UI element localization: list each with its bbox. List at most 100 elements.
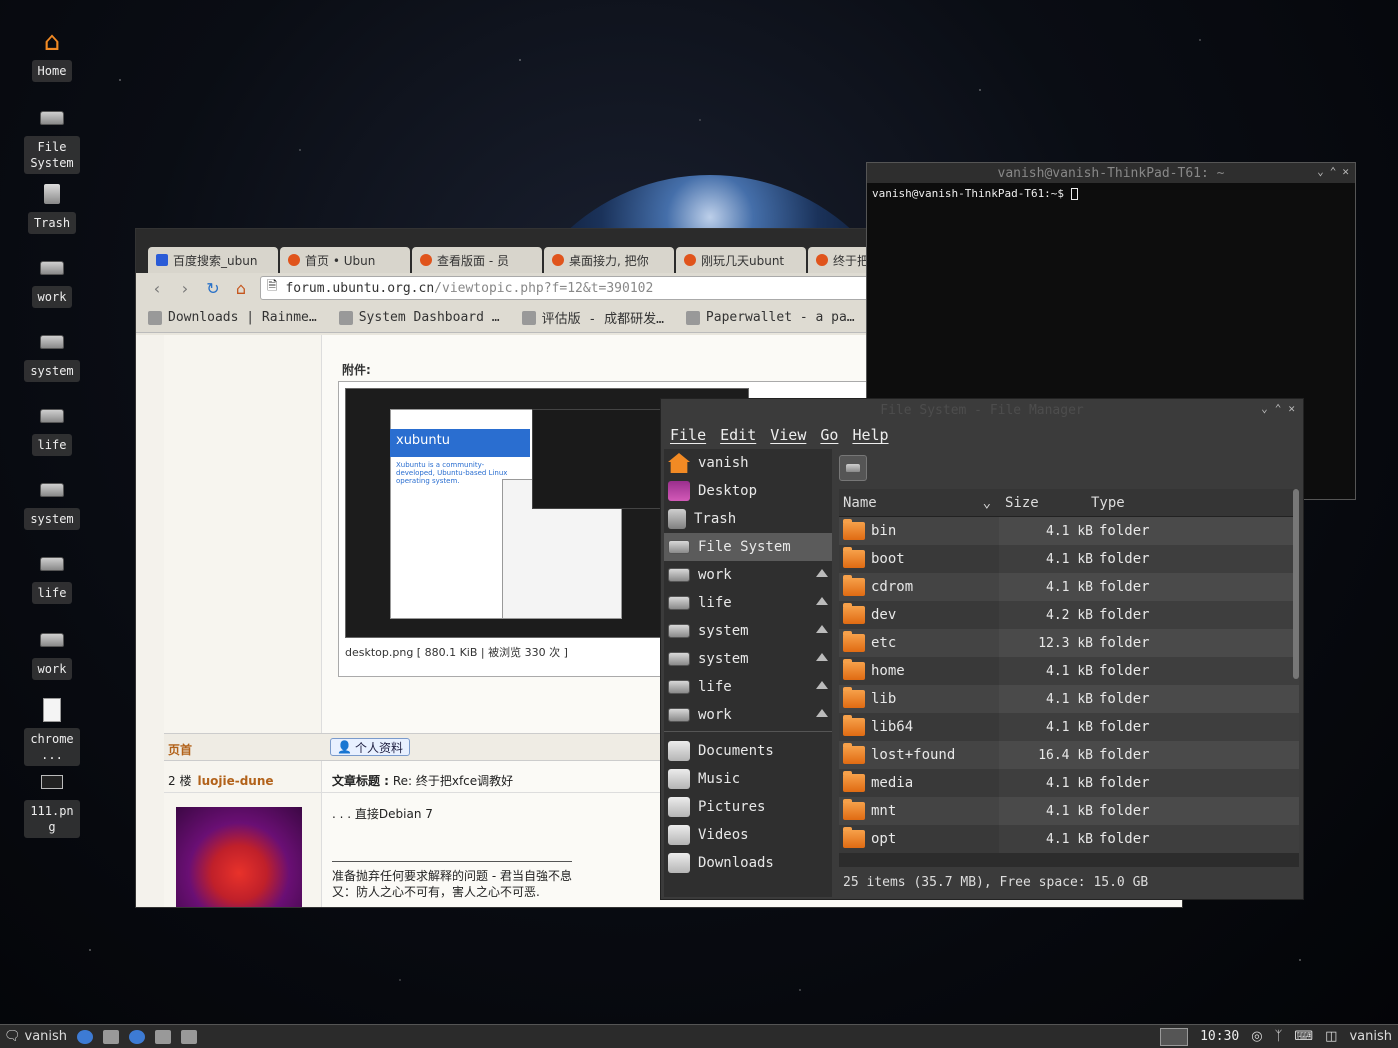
bluetooth-icon[interactable]: ᛉ xyxy=(1275,1029,1283,1044)
file-type: folder xyxy=(1099,719,1150,735)
eject-icon[interactable] xyxy=(816,709,828,717)
table-row[interactable]: bin 4.1 kB folder xyxy=(839,517,1299,545)
sidebar-item-pictures[interactable]: Pictures xyxy=(664,793,832,821)
sidebar-item-file-system[interactable]: File System xyxy=(664,533,832,561)
eject-icon[interactable] xyxy=(816,681,828,689)
desktop-icon[interactable]: system xyxy=(24,476,80,530)
shell-prompt: vanish@vanish-ThinkPad-T61:~$ xyxy=(872,187,1071,200)
post-author-link[interactable]: luojie-dune xyxy=(197,774,273,788)
back-to-top-link[interactable]: 页首 xyxy=(168,741,192,758)
desktop-icon[interactable]: work xyxy=(24,626,80,680)
table-row[interactable]: opt 4.1 kB folder xyxy=(839,825,1299,853)
bookmark-item[interactable]: 评估版 - 成都研发… xyxy=(521,308,664,327)
desktop-icon[interactable]: Trash xyxy=(24,180,80,234)
table-row[interactable]: dev 4.2 kB folder xyxy=(839,601,1299,629)
file-manager-task-icon[interactable] xyxy=(155,1029,172,1044)
user-menu-button[interactable]: 🗨 vanish xyxy=(4,1029,67,1044)
desktop-icon[interactable]: life xyxy=(24,550,80,604)
browser-launcher-icon[interactable] xyxy=(77,1029,94,1044)
table-row[interactable]: boot 4.1 kB folder xyxy=(839,545,1299,573)
file-type: folder xyxy=(1099,803,1150,819)
sidebar-item-life[interactable]: life xyxy=(664,589,832,617)
bookmark-item[interactable]: Downloads | Rainme… xyxy=(148,310,317,325)
file-manager-titlebar[interactable]: File System - File Manager ⌄ ⌃ ✕ xyxy=(661,399,1303,421)
column-size[interactable]: Size xyxy=(999,495,1089,511)
reload-icon[interactable]: ↻ xyxy=(204,279,222,298)
desktop-icon[interactable]: chrome... xyxy=(24,696,80,766)
scrollbar[interactable] xyxy=(1293,489,1299,679)
battery-icon[interactable]: ◫ xyxy=(1325,1029,1337,1044)
menu-file[interactable]: File xyxy=(670,426,706,444)
desktop-icon[interactable]: ⌂ Home xyxy=(24,27,80,82)
forward-icon[interactable]: › xyxy=(176,279,194,298)
table-row[interactable]: mnt 4.1 kB folder xyxy=(839,797,1299,825)
network-icon[interactable]: ◎ xyxy=(1251,1029,1262,1044)
eject-icon[interactable] xyxy=(816,597,828,605)
path-button-filesystem[interactable] xyxy=(839,455,867,481)
desktop-icon[interactable]: system xyxy=(24,328,80,382)
file-name: dev xyxy=(871,607,897,623)
browser-tab[interactable]: 首页 • Ubun xyxy=(280,247,410,273)
desktop-icon[interactable]: life xyxy=(24,402,80,456)
desktop-icon-label: work xyxy=(31,658,73,680)
desktop-icon[interactable]: work xyxy=(24,254,80,308)
file-name-cell: lib xyxy=(839,685,999,713)
terminal-launcher-icon[interactable] xyxy=(103,1029,120,1044)
browser-tab[interactable]: 刚玩几天ubunt xyxy=(676,247,806,273)
sidebar-item-documents[interactable]: Documents xyxy=(664,737,832,765)
home-icon[interactable]: ⌂ xyxy=(232,279,250,298)
sidebar-item-videos[interactable]: Videos xyxy=(664,821,832,849)
close-icon[interactable]: ✕ xyxy=(1288,402,1295,415)
browser-tab[interactable]: 桌面接力, 把你 xyxy=(544,247,674,273)
terminal-titlebar[interactable]: vanish@vanish-ThinkPad-T61: ~ ⌄ ⌃ ✕ xyxy=(867,163,1355,183)
bookmark-item[interactable]: Paperwallet - a pa… xyxy=(685,310,855,325)
table-row[interactable]: etc 12.3 kB folder xyxy=(839,629,1299,657)
column-type[interactable]: Type xyxy=(1089,495,1125,511)
eject-icon[interactable] xyxy=(816,625,828,633)
browser-tab[interactable]: 查看版面 - 员 xyxy=(412,247,542,273)
sidebar-item-life[interactable]: life xyxy=(664,673,832,701)
desktop-icon[interactable]: 111.png xyxy=(24,768,80,838)
workspace-switcher[interactable] xyxy=(1160,1027,1189,1046)
menu-go[interactable]: Go xyxy=(820,426,838,444)
menu-edit[interactable]: Edit xyxy=(720,426,756,444)
sidebar-item-trash[interactable]: Trash xyxy=(664,505,832,533)
maximize-icon[interactable]: ⌃ xyxy=(1275,402,1282,415)
browser-tab[interactable]: 百度搜索_ubun xyxy=(148,247,278,273)
file-size: 12.3 kB xyxy=(1038,635,1093,651)
table-row[interactable]: lost+found 16.4 kB folder xyxy=(839,741,1299,769)
sidebar-item-music[interactable]: Music xyxy=(664,765,832,793)
sidebar-item-vanish[interactable]: vanish xyxy=(664,449,832,477)
maximize-icon[interactable]: ⌃ xyxy=(1330,165,1337,178)
desktop-icon[interactable]: File System xyxy=(24,104,80,174)
file-name: boot xyxy=(871,551,905,567)
table-row[interactable]: media 4.1 kB folder xyxy=(839,769,1299,797)
terminal-output[interactable]: vanish@vanish-ThinkPad-T61:~$ xyxy=(867,183,1355,204)
file-type: folder xyxy=(1099,635,1150,651)
sidebar-item-work[interactable]: work xyxy=(664,561,832,589)
browser-task-icon[interactable] xyxy=(129,1029,146,1044)
table-row[interactable]: lib 4.1 kB folder xyxy=(839,685,1299,713)
keyboard-icon[interactable]: ⌨ xyxy=(1294,1029,1313,1044)
bookmark-item[interactable]: System Dashboard … xyxy=(338,310,500,325)
minimize-icon[interactable]: ⌄ xyxy=(1317,165,1324,178)
eject-icon[interactable] xyxy=(816,653,828,661)
menu-view[interactable]: View xyxy=(770,426,806,444)
sidebar-item-work[interactable]: work xyxy=(664,701,832,729)
table-row[interactable]: lib64 4.1 kB folder xyxy=(839,713,1299,741)
eject-icon[interactable] xyxy=(816,569,828,577)
user-name-right[interactable]: vanish xyxy=(1349,1029,1392,1044)
sidebar-item-system[interactable]: system xyxy=(664,645,832,673)
sidebar-item-downloads[interactable]: Downloads xyxy=(664,849,832,877)
sidebar-item-system[interactable]: system xyxy=(664,617,832,645)
window-task-icon[interactable] xyxy=(181,1029,198,1044)
table-row[interactable]: cdrom 4.1 kB folder xyxy=(839,573,1299,601)
table-row[interactable]: home 4.1 kB folder xyxy=(839,657,1299,685)
close-icon[interactable]: ✕ xyxy=(1342,165,1349,178)
profile-button[interactable]: 👤 个人资料 xyxy=(330,738,410,756)
sidebar-item-desktop[interactable]: Desktop xyxy=(664,477,832,505)
back-icon[interactable]: ‹ xyxy=(148,279,166,298)
column-name[interactable]: Name ⌄ xyxy=(839,495,999,511)
menu-help[interactable]: Help xyxy=(852,426,888,444)
minimize-icon[interactable]: ⌄ xyxy=(1261,402,1268,415)
